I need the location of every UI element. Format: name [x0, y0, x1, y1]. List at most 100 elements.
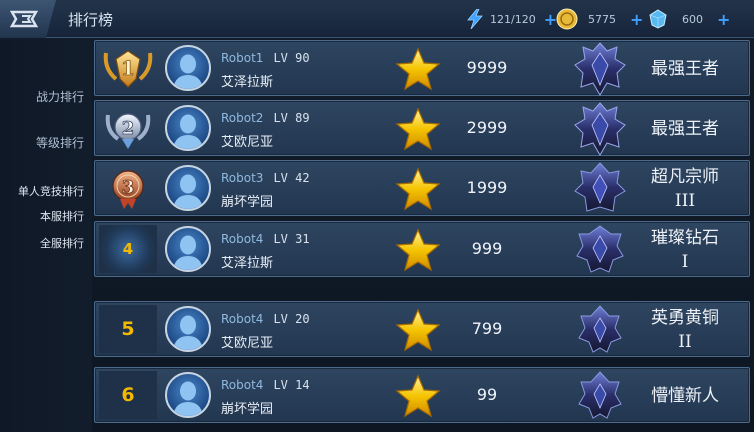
energy-value: 121/120: [490, 12, 536, 26]
user-silhouette-icon: [173, 174, 203, 209]
player-level: LV 90: [273, 51, 310, 65]
avatar[interactable]: [165, 45, 211, 91]
score-value: 1999: [466, 178, 508, 197]
user-silhouette-icon: [173, 235, 203, 270]
rank-badge: 3: [99, 164, 157, 212]
gold-counter: 5775 +: [556, 8, 643, 30]
tier-label: 最强王者: [635, 41, 735, 97]
user-silhouette-icon: [173, 114, 203, 149]
user-silhouette-icon: [173, 315, 203, 350]
user-silhouette-icon: [173, 381, 203, 416]
silver-medal-icon: 2: [105, 113, 151, 149]
score-value: 999: [471, 239, 503, 258]
diamond-icon: [649, 9, 667, 29]
player-level: LV 42: [273, 171, 310, 185]
rank-badge: 2: [99, 104, 157, 152]
ranking-row[interactable]: 5 Robot4 LV 20 艾欧尼亚 799 英勇黄铜 II: [94, 301, 750, 357]
user-silhouette-icon: [173, 54, 203, 89]
player-server: 艾泽拉斯: [221, 75, 274, 90]
tier-name: 最强王者: [651, 119, 719, 139]
diamond-counter: 600 +: [648, 9, 730, 29]
svg-text:3: 3: [122, 177, 135, 198]
ranking-row[interactable]: 3 Robot3 LV 42 崩坏学园 1999 超凡宗师 III: [94, 160, 750, 216]
tier-division: III: [674, 191, 696, 211]
avatar[interactable]: [165, 372, 211, 418]
star-icon: [395, 107, 441, 151]
tier-emblem-icon: [574, 42, 626, 96]
page-title: 排行榜: [68, 11, 114, 29]
rank-badge: 1: [99, 44, 157, 92]
ranking-row[interactable]: 2 Robot2 LV 89 艾欧尼亚 2999 最强王者: [94, 100, 750, 156]
tier-emblem-icon: [578, 371, 622, 419]
avatar[interactable]: [165, 226, 211, 272]
gold-value: 5775: [588, 12, 616, 26]
ranking-screen: 排行榜 121/120 + 5775 + 600 + 战力排行 等级排行 单人竞…: [0, 0, 754, 432]
rank-badge: 4: [99, 225, 157, 273]
player-server: 艾欧尼亚: [221, 135, 274, 150]
tier-label: 英勇黄铜 II: [635, 302, 735, 358]
tier-name: 璀璨钻石: [651, 228, 719, 248]
tier-name: 最强王者: [651, 59, 719, 79]
player-name-line: Robot2 LV 89: [221, 111, 310, 125]
star-icon: [395, 308, 441, 352]
tier-name: 超凡宗师: [651, 167, 719, 187]
star-icon: [395, 374, 441, 418]
player-level: LV 20: [273, 312, 310, 326]
back-arrow-icon: [10, 10, 39, 28]
diamond-value: 600: [682, 12, 703, 26]
player-level: LV 89: [273, 111, 310, 125]
tier-label: 璀璨钻石 I: [635, 222, 735, 278]
score-value: 799: [471, 319, 503, 338]
player-name-line: Robot3 LV 42: [221, 171, 310, 185]
star-icon: [395, 47, 441, 91]
sidebar-item-all-servers[interactable]: 全服排行: [40, 235, 84, 251]
avatar[interactable]: [165, 165, 211, 211]
sidebar-item-server[interactable]: 本服排行: [40, 208, 84, 224]
avatar[interactable]: [165, 306, 211, 352]
avatar[interactable]: [165, 105, 211, 151]
add-diamond-button[interactable]: +: [717, 10, 730, 29]
player-name-line: Robot1 LV 90: [221, 51, 310, 65]
sidebar-item-power[interactable]: 战力排行: [36, 88, 84, 105]
tier-division: I: [681, 252, 689, 272]
player-level: LV 31: [273, 232, 310, 246]
tier-name: 懵懂新人: [651, 386, 719, 406]
player-name-line: Robot4 LV 14: [221, 378, 310, 392]
score-value: 9999: [466, 58, 508, 77]
back-button[interactable]: [0, 0, 56, 38]
star-icon: [395, 167, 441, 211]
bronze-medal-icon: 3: [112, 170, 144, 209]
player-server: 崩坏学园: [221, 195, 274, 210]
score-value: 99: [476, 385, 498, 404]
add-gold-button[interactable]: +: [630, 10, 643, 29]
ranking-row[interactable]: 6 Robot4 LV 14 崩坏学园 99 懵懂新人: [94, 367, 750, 423]
rank-badge: 5: [99, 305, 157, 353]
tier-emblem-icon: [574, 102, 626, 156]
ranking-row[interactable]: 4 Robot4 LV 31 艾泽拉斯 999 璀璨钻石 I: [94, 221, 750, 277]
svg-text:2: 2: [122, 118, 135, 139]
rank-number: 5: [121, 318, 135, 340]
player-server: 艾泽拉斯: [221, 256, 274, 271]
tier-label: 超凡宗师 III: [635, 161, 735, 217]
score-value: 2999: [466, 118, 508, 137]
player-name: Robot4: [221, 232, 264, 246]
sidebar: 战力排行 等级排行 单人竞技排行 本服排行 全服排行: [0, 40, 92, 432]
player-name: Robot2: [221, 111, 264, 125]
ranking-row[interactable]: 1 Robot1 LV 90 艾泽拉斯 9999 最强王者: [94, 40, 750, 96]
sidebar-item-solo-arena[interactable]: 单人竞技排行: [18, 183, 84, 199]
star-icon: [395, 228, 441, 272]
tier-label: 懵懂新人: [635, 368, 735, 424]
sidebar-item-level[interactable]: 等级排行: [36, 134, 84, 151]
rank-number: 4: [122, 240, 134, 258]
player-server: 崩坏学园: [221, 402, 274, 417]
energy-counter: 121/120 +: [466, 9, 557, 29]
tier-emblem-icon: [578, 305, 622, 353]
tier-division: II: [678, 332, 692, 352]
rank-badge: 6: [99, 371, 157, 419]
player-server: 艾欧尼亚: [221, 336, 274, 351]
rank-number: 6: [121, 384, 135, 406]
player-name: Robot3: [221, 171, 264, 185]
ranking-list: 1 Robot1 LV 90 艾泽拉斯 9999 最强王者 2 Robot2 L…: [94, 40, 750, 432]
player-name: Robot4: [221, 378, 264, 392]
gold-coin-icon: [556, 8, 578, 30]
